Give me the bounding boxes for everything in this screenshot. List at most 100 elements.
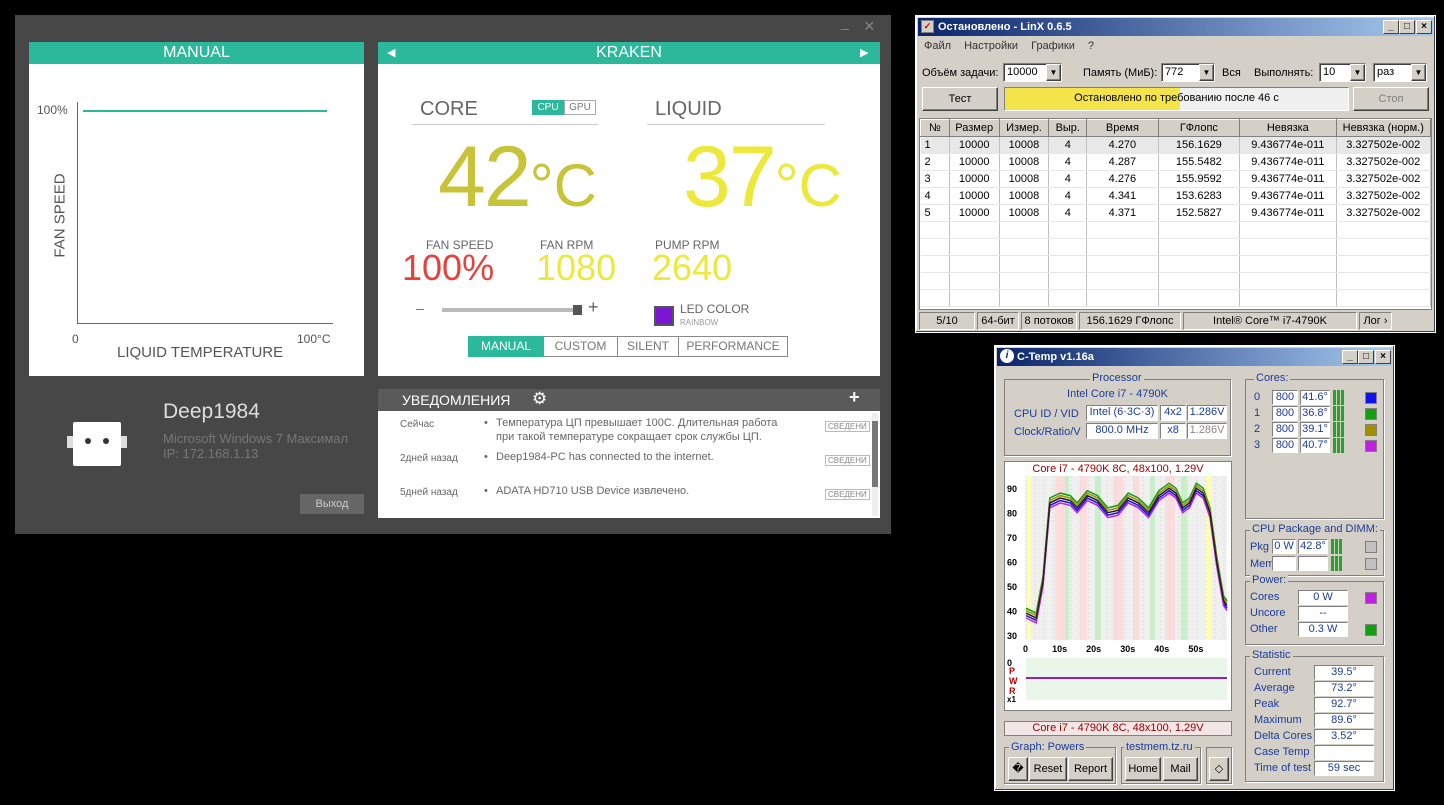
chevron-down-icon[interactable]: ▼ bbox=[1350, 64, 1365, 81]
notification-details-button[interactable]: СВЕДЕНИ bbox=[825, 455, 870, 466]
chevron-down-icon[interactable]: ▼ bbox=[1411, 64, 1426, 81]
table-row[interactable] bbox=[920, 221, 1431, 239]
menu-help[interactable]: ? bbox=[1088, 40, 1094, 52]
close-button[interactable]: × bbox=[1375, 350, 1391, 364]
close-button[interactable]: × bbox=[1416, 20, 1432, 34]
power-color-swatch[interactable] bbox=[1365, 592, 1377, 604]
home-button[interactable]: Home bbox=[1125, 757, 1161, 781]
power-value: 0 W bbox=[1298, 590, 1348, 605]
prev-device-arrow[interactable]: ◀ bbox=[387, 46, 395, 59]
fan-slider-handle[interactable] bbox=[572, 305, 582, 315]
mode-silent-button[interactable]: SILENT bbox=[617, 336, 679, 357]
core-id: 2 bbox=[1254, 423, 1261, 435]
table-row[interactable] bbox=[920, 238, 1431, 256]
info-icon: i bbox=[1000, 349, 1014, 363]
diamond-button[interactable]: ◇ bbox=[1209, 757, 1229, 781]
core-color-swatch[interactable] bbox=[1365, 408, 1377, 420]
stat-label: Maximum bbox=[1254, 714, 1302, 726]
table-cell bbox=[1336, 221, 1431, 239]
power-color-swatch[interactable] bbox=[1365, 624, 1377, 636]
gear-icon[interactable]: ⚙ bbox=[532, 389, 547, 409]
mode-performance-button[interactable]: PERFORMANCE bbox=[678, 336, 788, 357]
fan-decrease-button[interactable]: – bbox=[416, 300, 424, 316]
maximize-button[interactable]: □ bbox=[1399, 20, 1415, 34]
log-button[interactable]: Лог › bbox=[1359, 312, 1392, 330]
core-color-swatch[interactable] bbox=[1365, 392, 1377, 404]
graph-group-label: Graph: Powers bbox=[1009, 741, 1087, 753]
chevron-down-icon[interactable]: ▼ bbox=[1199, 64, 1214, 81]
cpu-toggle[interactable]: CPU bbox=[532, 100, 564, 115]
notification-time: 2дней назад bbox=[400, 453, 458, 464]
task-size-value: 10000 bbox=[1007, 66, 1038, 78]
table-cell: 9.436774e-011 bbox=[1239, 170, 1337, 188]
menu-settings[interactable]: Настройки bbox=[964, 40, 1018, 52]
table-cell: 9.436774e-011 bbox=[1239, 204, 1337, 222]
liquid-label: LIQUID bbox=[655, 98, 722, 120]
add-notification-button[interactable]: + bbox=[849, 387, 860, 408]
core-temp-value: 42 bbox=[438, 129, 532, 225]
menu-graphs[interactable]: Графики bbox=[1031, 40, 1075, 52]
memory-value: 772 bbox=[1165, 66, 1184, 78]
site-group: testmem.tz.ru Home Mail bbox=[1121, 741, 1201, 784]
table-row[interactable]: 3 10000 10008 4 4.276 155.9592 9.436774e-011 3.… bbox=[920, 170, 1431, 188]
graph-mode-button[interactable]: � bbox=[1008, 757, 1028, 781]
menu-file[interactable]: Файл bbox=[924, 40, 951, 52]
core-temp: 40.7° bbox=[1300, 438, 1330, 453]
gpu-toggle[interactable]: GPU bbox=[564, 100, 596, 115]
table-row[interactable]: 2 10000 10008 4 4.287 155.5482 9.436774e-011 3.… bbox=[920, 153, 1431, 171]
core-mhz: 800 bbox=[1272, 406, 1298, 421]
stat-value: 39.5° bbox=[1314, 665, 1374, 680]
notification-details-button[interactable]: СВЕДЕНИ bbox=[825, 489, 870, 500]
table-row[interactable] bbox=[920, 289, 1431, 307]
report-button[interactable]: Report bbox=[1068, 757, 1113, 781]
notifications-scrollbar[interactable] bbox=[872, 413, 878, 516]
chevron-down-icon[interactable]: ▼ bbox=[1046, 64, 1061, 81]
stop-button[interactable]: Стоп bbox=[1353, 87, 1429, 111]
minimize-icon[interactable]: _ bbox=[841, 15, 855, 29]
core-color-swatch[interactable] bbox=[1365, 440, 1377, 452]
pkg-color-swatch[interactable] bbox=[1365, 541, 1377, 553]
table-row[interactable]: 5 10000 10008 4 4.371 152.5827 9.436774e-011 3.… bbox=[920, 204, 1431, 222]
task-size-select[interactable]: 10000 ▼ bbox=[1003, 63, 1062, 82]
fan-slider-track[interactable] bbox=[442, 305, 582, 315]
column-header[interactable]: Измер. bbox=[998, 119, 1050, 137]
column-header[interactable]: № bbox=[920, 119, 950, 137]
next-device-arrow[interactable]: ▶ bbox=[860, 46, 868, 59]
close-icon[interactable]: × bbox=[864, 17, 878, 35]
table-row[interactable]: 1 10000 10008 4 4.270 156.1629 9.436774e-011 3.… bbox=[920, 136, 1431, 154]
run-unit-select[interactable]: раз ▼ bbox=[1373, 63, 1427, 82]
table-row[interactable] bbox=[920, 272, 1431, 290]
core-id: 1 bbox=[1254, 407, 1261, 419]
fan-increase-button[interactable]: + bbox=[588, 297, 599, 318]
all-memory-label[interactable]: Вся bbox=[1222, 67, 1241, 79]
core-color-swatch[interactable] bbox=[1365, 424, 1377, 436]
minimize-button[interactable]: _ bbox=[1342, 350, 1358, 364]
mode-custom-button[interactable]: CUSTOM bbox=[543, 336, 618, 357]
column-header[interactable]: Невязка (норм.) bbox=[1335, 119, 1431, 137]
memory-select[interactable]: 772 ▼ bbox=[1161, 63, 1215, 82]
maximize-button[interactable]: □ bbox=[1358, 350, 1374, 364]
column-header[interactable]: ГФлопс bbox=[1157, 119, 1241, 137]
mem-color-swatch[interactable] bbox=[1365, 558, 1377, 570]
column-header[interactable]: Невязка bbox=[1239, 119, 1337, 137]
table-row[interactable] bbox=[920, 255, 1431, 273]
graph-x-tick: 0 bbox=[1023, 644, 1028, 654]
column-header[interactable]: Выр. bbox=[1048, 119, 1088, 137]
column-header[interactable]: Размер bbox=[948, 119, 1000, 137]
led-color-swatch[interactable] bbox=[654, 306, 674, 326]
mail-button[interactable]: Mail bbox=[1163, 757, 1198, 781]
logout-button[interactable]: Выход bbox=[300, 494, 364, 514]
fan-curve-line[interactable] bbox=[83, 110, 327, 112]
table-row[interactable]: 4 10000 10008 4 4.341 153.6283 9.436774e-011 3.… bbox=[920, 187, 1431, 205]
column-header[interactable]: Время bbox=[1086, 119, 1159, 137]
mode-manual-button[interactable]: MANUAL bbox=[468, 336, 544, 357]
runs-select[interactable]: 10 ▼ bbox=[1319, 63, 1366, 82]
stat-value: 89.6° bbox=[1314, 713, 1374, 728]
core-temp: 41.6° bbox=[1300, 390, 1330, 405]
table-cell bbox=[999, 238, 1050, 256]
notification-details-button[interactable]: СВЕДЕНИ bbox=[825, 421, 870, 432]
minimize-button[interactable]: _ bbox=[1383, 20, 1399, 34]
test-button[interactable]: Тест bbox=[922, 87, 998, 111]
reset-button[interactable]: Reset bbox=[1029, 757, 1067, 781]
notifications-panel: УВЕДОМЛЕНИЯ ⚙ + Сейчас Температура ЦП пре… bbox=[378, 387, 880, 518]
